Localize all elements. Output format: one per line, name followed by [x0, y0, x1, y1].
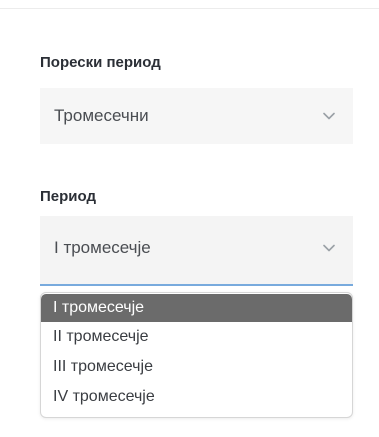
period-option-4[interactable]: IV тромесечје — [41, 382, 352, 412]
period-option-2[interactable]: II тромесечје — [41, 322, 352, 352]
chevron-down-icon — [323, 244, 335, 252]
period-option-3[interactable]: III тромесечје — [41, 352, 352, 382]
period-label: Период — [40, 188, 96, 205]
tax-period-label: Порески период — [40, 54, 161, 71]
period-value: I тромесечје — [54, 238, 151, 257]
chevron-down-icon — [323, 112, 335, 120]
period-option-1[interactable]: I тромесечје — [41, 294, 352, 322]
period-select[interactable]: I тромесечје — [40, 216, 353, 286]
tax-period-select[interactable]: Тромесечни — [40, 88, 353, 144]
top-divider — [0, 8, 379, 9]
tax-period-value: Тромесечни — [54, 106, 149, 125]
period-dropdown-list: I тромесечје II тромесечје III тромесечј… — [40, 292, 353, 418]
